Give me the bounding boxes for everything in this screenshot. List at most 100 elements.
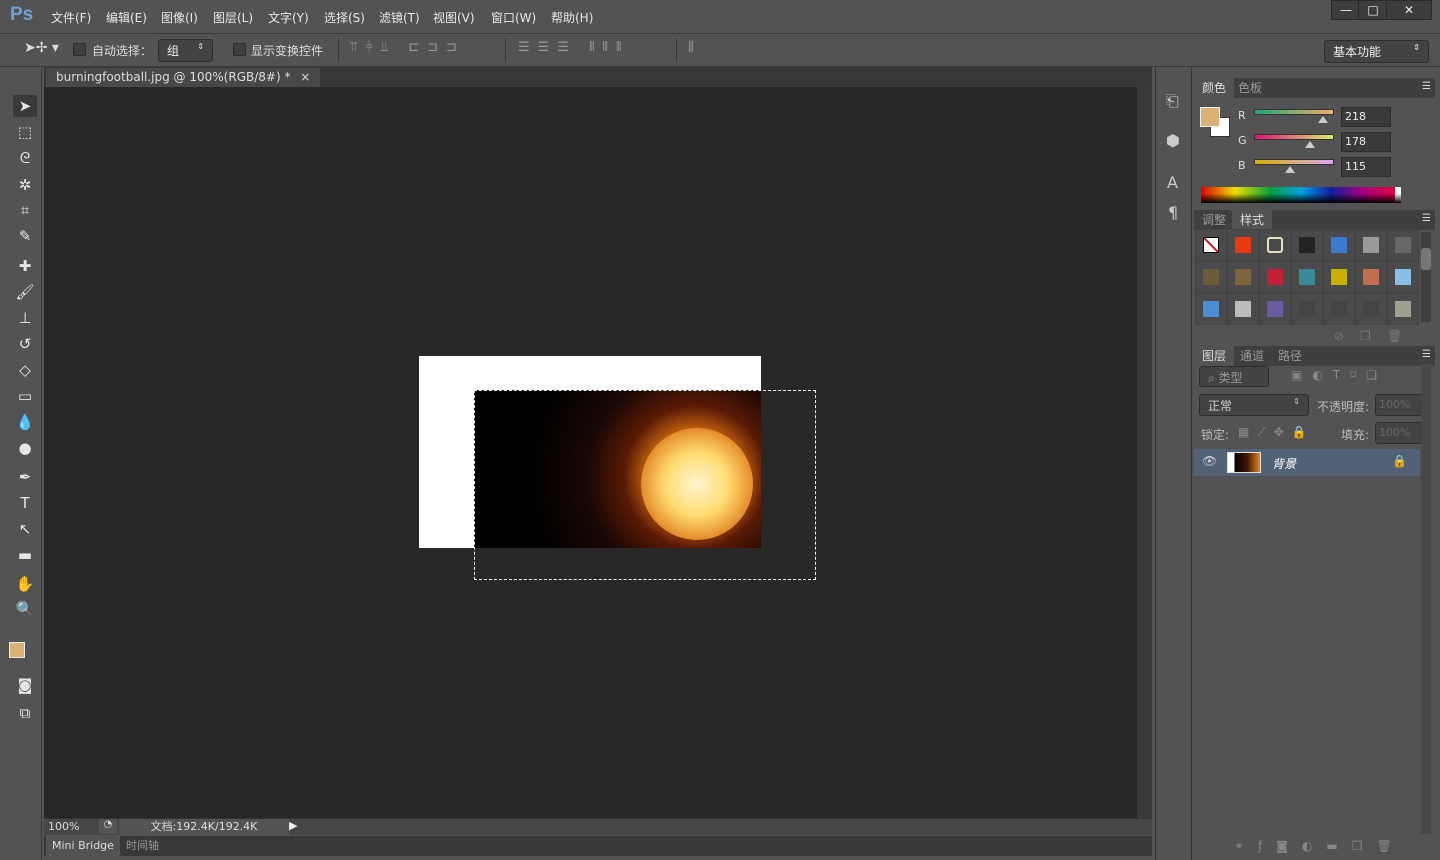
vertical-scrollbar[interactable] bbox=[1137, 87, 1152, 818]
zoom-tool-icon[interactable]: 🔍 bbox=[13, 598, 37, 620]
close-button[interactable]: ✕ bbox=[1386, 0, 1432, 20]
channel-r-thumb[interactable] bbox=[1318, 116, 1328, 123]
brush-tool-icon[interactable]: 🖌 bbox=[13, 281, 37, 303]
style-swatch[interactable] bbox=[1323, 229, 1355, 261]
channel-r-slider[interactable] bbox=[1254, 109, 1334, 115]
marquee-tool-icon[interactable]: ⬚ bbox=[13, 121, 37, 143]
tab-color[interactable]: 颜色 bbox=[1194, 78, 1235, 98]
healing-brush-icon[interactable]: ✚ bbox=[13, 255, 37, 277]
tab-timeline[interactable]: 时间轴 bbox=[120, 836, 165, 856]
style-swatch[interactable] bbox=[1291, 293, 1323, 325]
menu-select[interactable]: 选择(S) bbox=[324, 9, 365, 26]
tab-channels[interactable]: 通道 bbox=[1232, 346, 1272, 366]
channel-b-thumb[interactable] bbox=[1285, 166, 1295, 173]
style-swatch[interactable] bbox=[1195, 229, 1227, 261]
style-swatch[interactable] bbox=[1323, 293, 1355, 325]
panel-menu-icon[interactable]: ☰ bbox=[1422, 349, 1431, 360]
zoom-level[interactable]: 100% bbox=[48, 820, 79, 833]
tab-styles[interactable]: 样式 bbox=[1232, 210, 1273, 230]
style-swatch[interactable] bbox=[1355, 293, 1387, 325]
menu-edit[interactable]: 编辑(E) bbox=[106, 9, 147, 26]
styles-footer-icons[interactable]: ⊘❐🗑 bbox=[1334, 329, 1418, 343]
type-tool-icon[interactable]: T bbox=[13, 492, 37, 514]
document-tab[interactable]: burningfootball.jpg @ 100%(RGB/8#) * × bbox=[46, 68, 321, 87]
style-swatch[interactable] bbox=[1387, 293, 1419, 325]
properties-icon[interactable]: ⬢ bbox=[1166, 131, 1180, 150]
move-tool-preset-icon[interactable]: ➤✢ ▾ bbox=[24, 40, 59, 56]
layers-footer-icons[interactable]: ⚭ƒ◙◐▬❐🗑 bbox=[1234, 839, 1406, 853]
show-transform-checkbox[interactable] bbox=[233, 43, 246, 56]
style-swatch[interactable] bbox=[1259, 293, 1291, 325]
rectangle-tool-icon[interactable]: ▬ bbox=[13, 544, 37, 566]
gradient-tool-icon[interactable]: ▭ bbox=[13, 385, 37, 407]
style-swatch[interactable] bbox=[1387, 229, 1419, 261]
style-swatch[interactable] bbox=[1387, 261, 1419, 293]
channel-g-thumb[interactable] bbox=[1305, 141, 1315, 148]
channel-b-slider[interactable] bbox=[1254, 159, 1334, 165]
history-brush-icon[interactable]: ↺ bbox=[13, 333, 37, 355]
color-spectrum-bar[interactable] bbox=[1201, 187, 1401, 203]
style-swatch[interactable] bbox=[1259, 261, 1291, 293]
move-tool-icon[interactable]: ➤ bbox=[13, 95, 37, 117]
maximize-button[interactable]: □ bbox=[1358, 0, 1388, 20]
tab-swatches[interactable]: 色板 bbox=[1230, 78, 1270, 98]
history-icon[interactable]: ⎗ bbox=[1166, 91, 1179, 111]
tab-adjustments[interactable]: 调整 bbox=[1194, 210, 1234, 230]
layer-row[interactable]: 👁 背景 🔒 bbox=[1194, 449, 1420, 476]
eyedropper-icon[interactable]: ✎ bbox=[13, 225, 37, 247]
quick-mask-icon[interactable]: ◙ bbox=[13, 674, 37, 696]
foreground-color-swatch[interactable] bbox=[9, 642, 25, 658]
panel-menu-icon[interactable]: ☰ bbox=[1422, 81, 1431, 92]
menu-window[interactable]: 窗口(W) bbox=[491, 9, 536, 26]
layer-filter-icons[interactable]: ▣◐T⌑❏ bbox=[1291, 368, 1387, 382]
style-swatch[interactable] bbox=[1227, 261, 1259, 293]
paragraph-icon[interactable]: ¶ bbox=[1168, 203, 1178, 222]
auto-select-dropdown[interactable]: 组 ⇕ bbox=[158, 39, 213, 62]
channel-r-input[interactable]: 218 bbox=[1341, 107, 1391, 127]
blend-mode-dropdown[interactable]: 正常 ⇕ bbox=[1199, 394, 1309, 416]
minimize-button[interactable]: — bbox=[1331, 0, 1361, 20]
distribute-buttons[interactable]: ☰☰☰ ⫴⫴⫴ bbox=[518, 40, 629, 55]
style-swatch[interactable] bbox=[1291, 229, 1323, 261]
blur-tool-icon[interactable]: 💧 bbox=[13, 411, 37, 433]
stamp-tool-icon[interactable]: ⊥ bbox=[13, 307, 37, 329]
status-preview-icon[interactable]: ◔ bbox=[99, 819, 117, 834]
style-swatch[interactable] bbox=[1227, 229, 1259, 261]
tab-layers[interactable]: 图层 bbox=[1194, 346, 1235, 366]
styles-scrollbar[interactable] bbox=[1421, 232, 1431, 322]
style-swatch[interactable] bbox=[1355, 261, 1387, 293]
hand-tool-icon[interactable]: ✋ bbox=[13, 573, 37, 595]
character-icon[interactable]: A bbox=[1167, 173, 1178, 192]
menu-image[interactable]: 图像(I) bbox=[161, 9, 198, 26]
panel-menu-icon[interactable]: ☰ bbox=[1422, 213, 1431, 224]
color-foreground-swatch[interactable] bbox=[1200, 107, 1220, 127]
tab-mini-bridge[interactable]: Mini Bridge bbox=[46, 836, 120, 856]
menu-type[interactable]: 文字(Y) bbox=[268, 9, 309, 26]
style-swatch[interactable] bbox=[1195, 261, 1227, 293]
screen-mode-icon[interactable]: ⧉ bbox=[13, 702, 37, 724]
layers-scrollbar[interactable] bbox=[1421, 364, 1431, 834]
pen-tool-icon[interactable]: ✒ bbox=[13, 466, 37, 488]
menu-layer[interactable]: 图层(L) bbox=[213, 9, 253, 26]
lasso-tool-icon[interactable]: ᘓ bbox=[13, 147, 37, 169]
lock-icons[interactable]: ▦⟋✥🔒 bbox=[1238, 425, 1315, 440]
channel-g-input[interactable]: 178 bbox=[1341, 132, 1391, 152]
tab-paths[interactable]: 路径 bbox=[1270, 346, 1310, 366]
channel-b-input[interactable]: 115 bbox=[1341, 157, 1391, 177]
eye-visibility-icon[interactable]: 👁 bbox=[1202, 454, 1217, 468]
style-swatch[interactable] bbox=[1259, 229, 1291, 261]
auto-select-checkbox[interactable] bbox=[73, 43, 86, 56]
menu-view[interactable]: 视图(V) bbox=[433, 9, 475, 26]
align-buttons[interactable]: ⫪⫩⫫ ⊏⊐⊐ bbox=[350, 40, 465, 55]
style-swatch[interactable] bbox=[1323, 261, 1355, 293]
layer-filter-dropdown[interactable]: ⌕ 类型 bbox=[1199, 366, 1269, 387]
canvas-area[interactable] bbox=[44, 87, 1137, 818]
path-select-icon[interactable]: ↖ bbox=[13, 518, 37, 540]
dodge-tool-icon[interactable]: ● bbox=[13, 437, 37, 459]
eraser-icon[interactable]: ◇ bbox=[13, 359, 37, 381]
menu-filter[interactable]: 滤镜(T) bbox=[379, 9, 420, 26]
menu-file[interactable]: 文件(F) bbox=[51, 9, 91, 26]
status-menu-arrow-icon[interactable]: ▶ bbox=[289, 819, 297, 832]
channel-g-slider[interactable] bbox=[1254, 134, 1334, 140]
style-swatch[interactable] bbox=[1227, 293, 1259, 325]
